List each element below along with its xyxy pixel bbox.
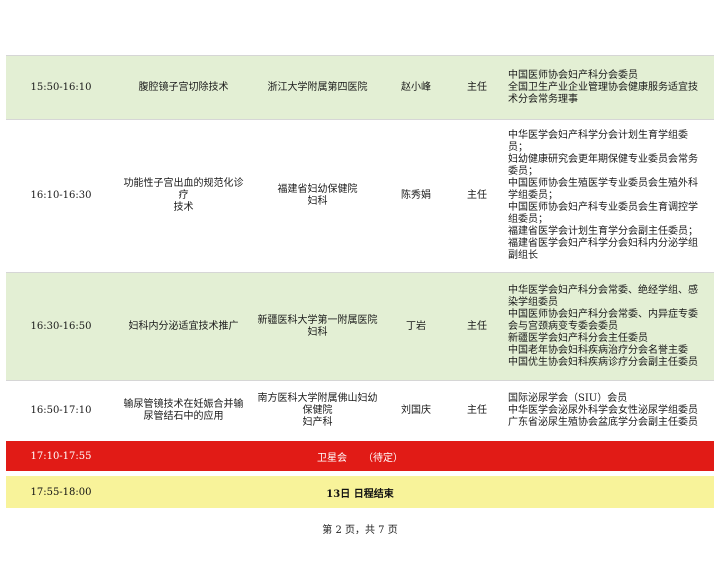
hospital-cell: 新疆医科大学第一附属医院 妇科 <box>251 273 384 380</box>
role-line: 中国医师协会妇产科分会委员 <box>508 69 638 81</box>
topic-text: 技术 <box>173 202 194 213</box>
role-line: 学组委员； <box>508 190 558 201</box>
speaker-title-cell: 主任 <box>448 273 506 380</box>
speaker-title-cell: 主任 <box>448 381 506 440</box>
hospital-text: 福建省妇幼保健院 <box>277 184 358 195</box>
role-line: 副组长 <box>508 250 538 261</box>
satellite-session-band: 17:10-17:55 卫星会 （待定） <box>6 441 714 471</box>
closing-label: 13日 日程结束 <box>326 488 394 500</box>
speaker-name: 赵小峰 <box>401 81 431 93</box>
time-cell: 16:30-16:50 <box>6 273 116 380</box>
role-line: 委员； <box>508 166 538 177</box>
role-line: 广东省泌尿生殖协会盆底学分会副主任委员 <box>508 416 698 428</box>
time-text: 15:50-16:10 <box>30 81 92 93</box>
topic-text: 功能性子宫出血的规范化诊疗 <box>123 178 244 201</box>
closing-band: 17:55-18:00 13日 日程结束 <box>6 476 714 508</box>
hospital-text: 新疆医科大学第一附属医院 <box>257 314 378 326</box>
roles-cell: 国际泌尿学会（SIU）会员 中华医学会泌尿外科学会女性泌尿学组委员 广东省泌尿生… <box>506 381 714 440</box>
role-line: 国际泌尿学会（SIU）会员 <box>508 392 628 404</box>
speaker-title: 主任 <box>467 81 487 93</box>
schedule-row-3: 16:30-16:50 妇科内分泌适宜技术推广 新疆医科大学第一附属医院 妇科 … <box>6 273 714 380</box>
page-footer: 第 2 页，共 7 页 <box>322 525 398 536</box>
topic-text: 尿管结石中的应用 <box>143 410 224 422</box>
role-line: 福建省医学会计划生育学分会副主任委员； <box>508 226 698 237</box>
speaker-name: 刘国庆 <box>401 404 431 416</box>
topic-text: 输尿管镜技术在妊娠合并输 <box>123 398 244 410</box>
speaker-title-cell: 主任 <box>448 56 506 119</box>
role-line: 中华医学会妇产科学分会计划生育学组委 <box>508 130 688 141</box>
speaker-name-cell: 刘国庆 <box>384 381 448 440</box>
time-cell: 16:50-17:10 <box>6 381 116 440</box>
role-line: 中国医师协会生殖医学专业委员会生殖外科 <box>508 178 698 189</box>
satellite-time: 17:10-17:55 <box>30 450 92 462</box>
time-cell: 16:10-16:30 <box>6 120 116 272</box>
speaker-title-cell: 主任 <box>448 120 506 272</box>
satellite-label: 卫星会 <box>317 452 348 464</box>
hospital-cell: 浙江大学附属第四医院 <box>251 56 384 119</box>
topic-text: 腹腔镜子宫切除技术 <box>138 81 229 93</box>
speaker-name-cell: 丁岩 <box>384 273 448 380</box>
speaker-name: 丁岩 <box>406 320 426 332</box>
speaker-title: 主任 <box>467 190 487 201</box>
role-line: 妇幼健康研究会更年期保健专业委员会常务 <box>508 154 698 165</box>
role-line: 染学组委员 <box>508 296 558 308</box>
roles-cell: 中国医师协会妇产科分会委员 全国卫生产业企业管理协会健康服务适宜技 术分会常务理… <box>506 56 714 119</box>
role-line: 中国医师协会妇产科专业委员会生育调控学 <box>508 202 698 213</box>
schedule-row-2: 16:10-16:30 功能性子宫出血的规范化诊疗 技术 福建省妇幼保健院 妇科… <box>6 120 714 272</box>
time-text: 16:30-16:50 <box>30 320 92 332</box>
hospital-cell: 福建省妇幼保健院 妇科 <box>251 120 384 272</box>
role-line: 福建省医学会妇产科学分会妇科内分泌学组 <box>508 238 698 249</box>
role-line: 组委员； <box>508 214 548 225</box>
role-line: 中华医学会泌尿外科学会女性泌尿学组委员 <box>508 404 698 416</box>
speaker-name-cell: 赵小峰 <box>384 56 448 119</box>
role-line: 新疆医学会妇产科分会主任委员 <box>508 332 648 344</box>
role-line: 中国优生协会妇科疾病诊疗分会副主任委员 <box>508 356 698 368</box>
speaker-title: 主任 <box>467 320 487 332</box>
role-line: 术分会常务理事 <box>508 93 578 105</box>
role-line: 中华医学会妇产科分会常委、绝经学组、感 <box>508 284 698 296</box>
topic-cell: 功能性子宫出血的规范化诊疗 技术 <box>116 120 251 272</box>
role-line: 中国医师协会妇产科分会常委、内异症专委 <box>508 308 698 320</box>
topic-cell: 妇科内分泌适宜技术推广 <box>116 273 251 380</box>
schedule-row-4: 16:50-17:10 输尿管镜技术在妊娠合并输 尿管结石中的应用 南方医科大学… <box>6 381 714 440</box>
department-text: 妇科 <box>307 196 328 207</box>
roles-cell: 中华医学会妇产科学分会计划生育学组委 员； 妇幼健康研究会更年期保健专业委员会常… <box>506 120 714 272</box>
department-text: 妇科 <box>307 326 328 338</box>
role-line: 中国老年协会妇科疾病治疗分会名誉主委 <box>508 344 688 356</box>
roles-cell: 中华医学会妇产科分会常委、绝经学组、感 染学组委员 中国医师协会妇产科分会常委、… <box>506 273 714 380</box>
speaker-name: 陈秀娟 <box>401 190 431 201</box>
role-line: 全国卫生产业企业管理协会健康服务适宜技 <box>508 81 698 93</box>
hospital-text: 浙江大学附属第四医院 <box>267 81 368 93</box>
time-text: 16:50-17:10 <box>30 404 92 416</box>
speaker-title: 主任 <box>467 404 487 416</box>
hospital-cell: 南方医科大学附属佛山妇幼 保健院 妇产科 <box>251 381 384 440</box>
speaker-name-cell: 陈秀娟 <box>384 120 448 272</box>
time-cell: 15:50-16:10 <box>6 56 116 119</box>
department-text: 妇产科 <box>302 416 333 428</box>
role-line: 员； <box>508 142 528 153</box>
role-line: 会与宫颈病变专委会委员 <box>508 320 618 332</box>
hospital-text: 南方医科大学附属佛山妇幼 <box>257 392 378 404</box>
topic-text: 妇科内分泌适宜技术推广 <box>128 320 239 332</box>
closing-time: 17:55-18:00 <box>30 486 92 498</box>
satellite-status: （待定） <box>362 452 403 464</box>
topic-cell: 输尿管镜技术在妊娠合并输 尿管结石中的应用 <box>116 381 251 440</box>
hospital-text: 保健院 <box>302 404 333 416</box>
time-text: 16:10-16:30 <box>30 190 92 201</box>
topic-cell: 腹腔镜子宫切除技术 <box>116 56 251 119</box>
schedule-row-1: 15:50-16:10 腹腔镜子宫切除技术 浙江大学附属第四医院 赵小峰 主任 … <box>6 56 714 119</box>
